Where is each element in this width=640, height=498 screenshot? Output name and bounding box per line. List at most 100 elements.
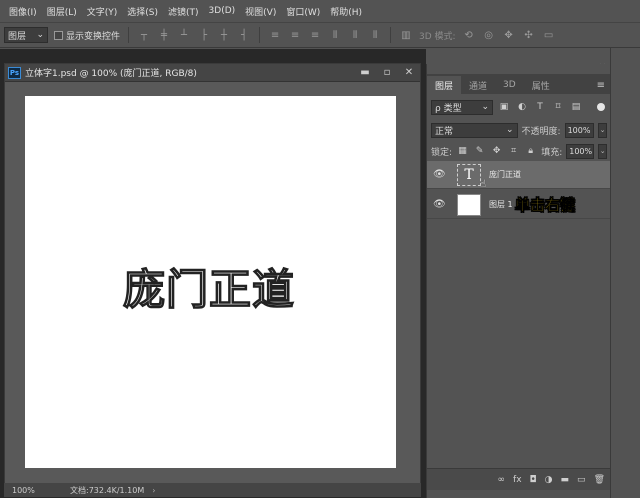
blend-row: 正常 ⌄ 不透明度: 100% ⌄ [427,121,611,139]
layer-name[interactable]: 图层 1 [489,199,513,210]
chevron-down-icon: ⌄ [506,125,514,135]
tab-properties[interactable]: 属性 [524,76,558,94]
chevron-down-icon[interactable]: ⌄ [598,122,607,138]
shape-filter-icon[interactable]: ⌑ [551,100,565,114]
menu-filter[interactable]: 滤镜(T) [163,5,204,18]
roll-3d-icon[interactable]: ◎ [482,28,496,42]
align-hcenter-icon[interactable]: ┼ [217,28,231,42]
distribute-hcenter-icon[interactable]: ⦀ [348,28,362,42]
menu-bar: 图像(I) 图层(L) 文字(Y) 选择(S) 滤镜(T) 3D(D) 视图(V… [0,0,640,22]
adjustment-filter-icon[interactable]: ◐ [515,100,529,114]
orbit-3d-icon[interactable]: ⟲ [462,28,476,42]
tab-channels[interactable]: 通道 [461,76,495,94]
show-transform-label: 显示变换控件 [66,31,121,42]
status-arrow-icon[interactable]: › [152,486,155,495]
blend-mode-value: 正常 [435,126,454,137]
divider [128,27,130,43]
slide-3d-icon[interactable]: ✣ [522,28,536,42]
menu-view[interactable]: 视图(V) [240,5,281,18]
scale-3d-icon[interactable]: ▭ [542,28,556,42]
align-vcenter-icon[interactable]: ╪ [157,28,171,42]
lock-transparency-icon[interactable]: ▦ [456,144,469,158]
new-group-icon[interactable]: ▬ [561,475,570,485]
menu-layer[interactable]: 图层(L) [42,5,82,18]
distribute-bottom-icon[interactable]: ≡ [308,28,322,42]
fill-label: 填充: [541,147,563,158]
document-title: 立体字1.psd @ 100% (庞门正道, RGB/8) [25,69,197,79]
adjustment-layer-icon[interactable]: ◑ [545,475,553,485]
layer-filter-value: ρ 类型 [435,103,462,114]
trash-icon[interactable]: 🗑 [594,475,605,485]
link-layers-icon[interactable]: ∞ [498,475,506,485]
lock-label: 锁定: [431,147,453,158]
lock-artboard-icon[interactable]: ⌗ [507,144,520,158]
maximize-icon[interactable]: ▫ [376,67,398,78]
chevron-down-icon[interactable]: ⌄ [598,143,607,159]
pixel-filter-icon[interactable]: ▣ [497,100,511,114]
eye-icon[interactable]: 👁︎ [433,199,447,210]
align-top-icon[interactable]: ┬ [137,28,151,42]
distribute-right-icon[interactable]: ⦀ [368,28,382,42]
distribute-top-icon[interactable]: ≡ [268,28,282,42]
align-bottom-icon[interactable]: ┴ [177,28,191,42]
add-mask-icon[interactable]: ◘ [530,475,537,485]
menu-3d[interactable]: 3D(D) [204,6,241,16]
smart-object-filter-icon[interactable]: ▤ [569,100,583,114]
status-bar: 100% 文档:732.4K/1.10M › [4,483,421,497]
panel-bottom-toolbar: ∞ fx ◘ ◑ ▬ ▭ 🗑 [427,468,611,490]
workspace: Ps 立体字1.psd @ 100% (庞门正道, RGB/8) ▬ ▫ ✕ 庞… [0,49,426,498]
canvas-text-layer[interactable]: 庞门正道 [122,256,295,317]
menu-image[interactable]: 图像(I) [4,5,42,18]
filter-row: ρ 类型 ⌄ ▣ ◐ T ⌑ ▤ [427,98,611,116]
tab-layers[interactable]: 图层 [427,76,462,94]
show-transform-checkbox[interactable]: 显示变换控件 [54,29,120,42]
options-bar: 图层 ⌄ 显示变换控件 ┬ ╪ ┴ ├ ┼ ┤ ≡ ≡ ≡ ⦀ ⦀ ⦀ ▥ 3D… [0,22,640,48]
mouse-cursor-icon: ☝︎ [480,179,487,190]
new-layer-icon[interactable]: ▭ [577,475,586,485]
lock-all-icon[interactable]: 🔒︎ [524,144,537,158]
zoom-level[interactable]: 100% [4,486,44,495]
layer-name[interactable]: 庞门正道 [489,169,521,180]
menu-type[interactable]: 文字(Y) [82,5,123,18]
auto-select-dropdown[interactable]: 图层 ⌄ [4,27,48,43]
mode-3d-label: 3D 模式: [419,31,456,42]
fill-input[interactable]: 100% [566,143,595,159]
canvas[interactable]: 庞门正道 [25,96,396,468]
tutorial-annotation: 单击右键 [515,196,576,214]
document-window: Ps 立体字1.psd @ 100% (庞门正道, RGB/8) ▬ ▫ ✕ 庞… [4,63,421,484]
right-dock [610,48,640,498]
layer-filter-dropdown[interactable]: ρ 类型 ⌄ [431,99,493,115]
align-left-icon[interactable]: ├ [197,28,211,42]
type-filter-icon[interactable]: T [533,100,547,114]
menu-select[interactable]: 选择(S) [122,5,163,18]
layers-panel: 图层 通道 3D 属性 ≡ ρ 类型 ⌄ ▣ ◐ T ⌑ ▤ 正常 ⌄ 不透明度… [426,64,611,498]
filter-toggle-icon[interactable] [597,103,605,111]
align-right-icon[interactable]: ┤ [237,28,251,42]
tab-3d[interactable]: 3D [495,76,524,94]
menu-help[interactable]: 帮助(H) [325,5,367,18]
lock-row: 锁定: ▦ ✎ ✥ ⌗ 🔒︎ 填充: 100% ⌄ [427,142,611,160]
document-info: 文档:732.4K/1.10M [70,485,145,495]
layer-row-text[interactable]: 👁︎ T 庞门正道 [427,161,611,189]
blend-mode-dropdown[interactable]: 正常 ⌄ [431,122,518,138]
close-icon[interactable]: ✕ [398,67,420,78]
document-tab[interactable]: Ps 立体字1.psd @ 100% (庞门正道, RGB/8) ▬ ▫ ✕ [5,64,420,82]
window-controls: ▬ ▫ ✕ [354,67,420,78]
chevron-down-icon: ⌄ [36,30,44,40]
eye-icon[interactable]: 👁︎ [433,169,447,180]
menu-window[interactable]: 窗口(W) [281,5,325,18]
divider [259,27,261,43]
lock-position-icon[interactable]: ✥ [490,144,503,158]
distribute-vcenter-icon[interactable]: ≡ [288,28,302,42]
panel-menu-icon[interactable]: ≡ [597,76,611,94]
layer-thumbnail [457,193,481,216]
canvas-area[interactable]: 庞门正道 [5,83,420,483]
distribute-left-icon[interactable]: ⦀ [328,28,342,42]
fx-icon[interactable]: fx [513,475,522,485]
minimize-icon[interactable]: ▬ [354,67,376,78]
opacity-input[interactable]: 100% [564,122,595,138]
lock-pixels-icon[interactable]: ✎ [473,144,486,158]
auto-align-icon[interactable]: ▥ [399,28,413,42]
ps-logo-icon: Ps [8,66,21,79]
pan-3d-icon[interactable]: ✥ [502,28,516,42]
